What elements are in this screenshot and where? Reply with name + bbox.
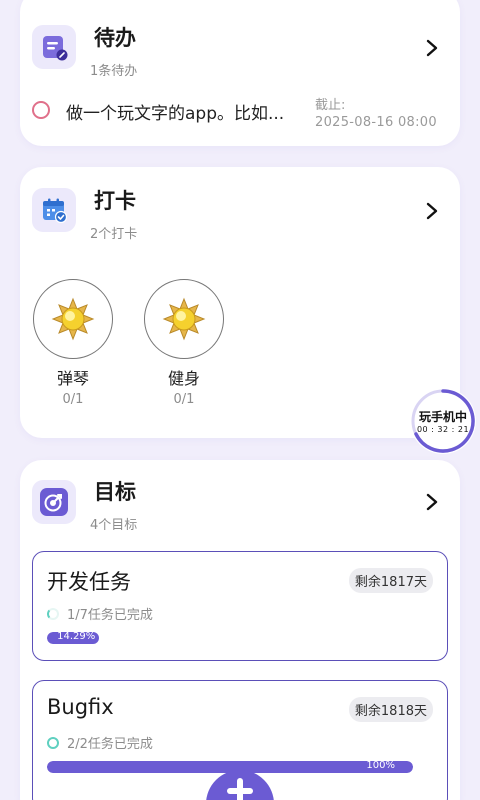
timer-label: 玩手机中 xyxy=(418,410,467,424)
habit-name: 弹琴 xyxy=(56,369,89,388)
calendar-check-icon xyxy=(32,188,76,232)
goals-title: 目标 xyxy=(94,480,136,504)
goal-remaining-badge: 剩余1817天 xyxy=(348,568,433,593)
todo-deadline-label: 截止: xyxy=(315,98,346,113)
todo-count: 1条待办 xyxy=(90,64,138,79)
habit-count: 0/1 xyxy=(173,392,195,407)
goal-status: 2/2任务已完成 xyxy=(47,733,153,752)
goal-title: Bugfix xyxy=(47,695,114,719)
sun-icon xyxy=(162,297,206,341)
goal-status: 1/7任务已完成 xyxy=(47,604,153,623)
todo-deadline: 2025-08-16 08:00 xyxy=(315,115,437,130)
phone-usage-timer[interactable]: 玩手机中 00 : 32 : 21 xyxy=(410,388,476,454)
target-icon xyxy=(32,480,76,524)
habit-item[interactable]: 健身 0/1 xyxy=(142,279,226,407)
home-page: 待办 1条待办 做一个玩文字的app。比如... 截止: 2025-08-16 … xyxy=(0,0,480,800)
checkin-card[interactable]: 打卡 2个打卡 弹琴 0/1 健身 0/1 xyxy=(20,167,460,438)
todo-item-text[interactable]: 做一个玩文字的app。比如... xyxy=(66,99,284,124)
chevron-right-icon[interactable] xyxy=(422,201,442,221)
todo-card[interactable]: 待办 1条待办 做一个玩文字的app。比如... 截止: 2025-08-16 … xyxy=(20,0,460,146)
goals-card[interactable]: 目标 4个目标 开发任务 剩余1817天 1/7任务已完成 14.29% Bug… xyxy=(20,460,460,800)
goal-progress-fill: 14.29% xyxy=(47,632,100,644)
progress-ring-icon xyxy=(47,607,59,620)
goal-progress-bar: 14.29% xyxy=(47,632,413,644)
timer-time: 00 : 32 : 21 xyxy=(416,425,470,434)
todo-title: 待办 xyxy=(94,26,136,50)
chevron-right-icon[interactable] xyxy=(422,38,442,58)
goal-progress-label: 100% xyxy=(366,761,395,771)
goal-remaining-badge: 剩余1818天 xyxy=(348,697,433,722)
checkin-title: 打卡 xyxy=(94,189,136,213)
goal-item[interactable]: 开发任务 剩余1817天 1/7任务已完成 14.29% xyxy=(32,551,448,661)
memo-icon xyxy=(32,25,76,69)
habit-name: 健身 xyxy=(167,369,200,388)
progress-ring-icon xyxy=(47,736,59,749)
sun-icon xyxy=(51,297,95,341)
goal-title: 开发任务 xyxy=(47,570,131,594)
habit-count: 0/1 xyxy=(62,392,84,407)
goal-status-text: 1/7任务已完成 xyxy=(67,608,153,623)
goal-status-text: 2/2任务已完成 xyxy=(67,737,153,752)
habit-checkin-button[interactable] xyxy=(33,279,113,359)
goals-count: 4个目标 xyxy=(90,518,138,533)
habit-item[interactable]: 弹琴 0/1 xyxy=(31,279,115,407)
habit-checkin-button[interactable] xyxy=(144,279,224,359)
goal-progress-label: 14.29% xyxy=(57,632,96,642)
todo-checkbox[interactable] xyxy=(32,101,50,119)
chevron-right-icon[interactable] xyxy=(422,492,442,512)
checkin-count: 2个打卡 xyxy=(90,227,138,242)
